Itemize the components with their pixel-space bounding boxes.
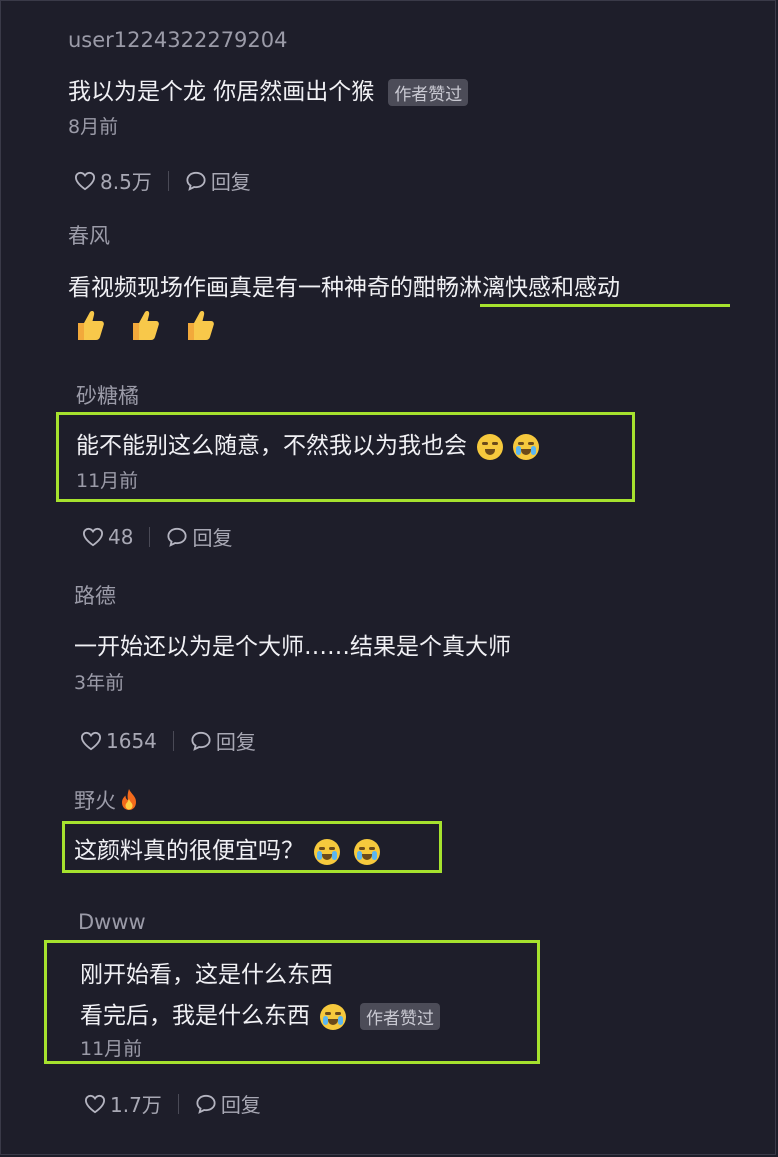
divider bbox=[177, 1093, 179, 1114]
comment-text: 我以为是个龙 你居然画出个猴 作者赞过 bbox=[68, 72, 469, 106]
comment-body: 我以为是个龙 你居然画出个猴 bbox=[68, 79, 375, 105]
reply-label: 回复 bbox=[220, 1093, 261, 1117]
divider bbox=[172, 730, 174, 751]
comment-body-line1: 刚开始看，这是什么东西 bbox=[80, 962, 333, 988]
heart-outline-icon bbox=[84, 1094, 106, 1113]
crying-face-icon bbox=[314, 838, 340, 865]
divider bbox=[167, 170, 169, 191]
like-button[interactable]: 1.7万 bbox=[84, 1089, 162, 1118]
comment-time: 11月前 bbox=[80, 1038, 143, 1060]
comment-actions: 1.7万 回复 bbox=[84, 1089, 261, 1118]
heart-outline-icon bbox=[80, 731, 102, 750]
comment-text: 能不能别这么随意，不然我以为我也会 bbox=[76, 426, 539, 460]
speech-bubble-icon bbox=[196, 1094, 216, 1114]
reply-label: 回复 bbox=[215, 730, 256, 754]
reply-label: 回复 bbox=[192, 526, 233, 550]
comment-actions: 8.5万 回复 bbox=[74, 166, 251, 195]
comment-username[interactable]: 砂糖橘 bbox=[76, 380, 139, 410]
reply-button[interactable]: 回复 bbox=[185, 166, 251, 195]
author-liked-badge: 作者赞过 bbox=[360, 1003, 440, 1030]
like-button[interactable]: 1654 bbox=[80, 729, 157, 753]
speech-bubble-icon bbox=[186, 171, 206, 191]
comment-text: 这颜料真的很便宜吗？ bbox=[74, 831, 380, 865]
thumbs-up-emoji bbox=[129, 308, 161, 349]
comment-time: 11月前 bbox=[76, 470, 139, 492]
reply-label: 回复 bbox=[210, 170, 251, 194]
comment-actions: 48 回复 bbox=[82, 522, 232, 551]
reply-button[interactable]: 回复 bbox=[190, 726, 256, 755]
comment-username[interactable]: 春风 bbox=[68, 220, 110, 250]
author-liked-badge: 作者赞过 bbox=[388, 79, 469, 106]
speech-bubble-icon bbox=[167, 527, 187, 547]
thumbs-up-emoji bbox=[184, 308, 216, 349]
like-count: 48 bbox=[108, 524, 134, 549]
comment-body: 一开始还以为是个大师……结果是个真大师 bbox=[74, 634, 511, 660]
thumbs-up-emoji-row bbox=[74, 308, 230, 349]
crying-face-icon bbox=[354, 838, 380, 865]
like-count: 8.5万 bbox=[100, 170, 152, 194]
comment-username: 野火 bbox=[74, 789, 116, 813]
comment-time: 3年前 bbox=[74, 672, 125, 694]
comment-username-row[interactable]: 野火 bbox=[74, 785, 140, 815]
thumbs-up-emoji bbox=[74, 308, 106, 349]
comment-username[interactable]: Dwww bbox=[78, 910, 146, 934]
text-underline-highlight bbox=[480, 304, 730, 307]
comment-actions: 1654 回复 bbox=[80, 726, 256, 755]
like-button[interactable]: 48 bbox=[82, 525, 133, 549]
reply-button[interactable]: 回复 bbox=[195, 1089, 261, 1118]
comment-username[interactable]: user1224322279204 bbox=[68, 28, 288, 52]
comment-body: 看视频现场作画真是有一种神奇的酣畅淋漓快感和感动 bbox=[68, 275, 620, 301]
pleading-face-icon bbox=[477, 433, 503, 460]
comment-username[interactable]: 路德 bbox=[74, 580, 116, 610]
comment-body-line2: 看完后，我是什么东西 bbox=[80, 1003, 310, 1029]
like-count: 1654 bbox=[106, 728, 157, 753]
divider bbox=[149, 526, 151, 547]
comment-text: 看完后，我是什么东西 作者赞过 bbox=[80, 996, 440, 1030]
crying-face-icon bbox=[513, 433, 539, 460]
like-count: 1.7万 bbox=[110, 1093, 162, 1117]
fire-emoji bbox=[122, 789, 136, 810]
comment-time: 8月前 bbox=[68, 116, 119, 138]
comment-body: 能不能别这么随意，不然我以为我也会 bbox=[76, 433, 467, 459]
heart-outline-icon bbox=[74, 171, 96, 190]
heart-outline-icon bbox=[82, 527, 104, 546]
like-button[interactable]: 8.5万 bbox=[74, 166, 152, 195]
speech-bubble-icon bbox=[191, 731, 211, 751]
crying-face-icon bbox=[320, 1003, 346, 1030]
reply-button[interactable]: 回复 bbox=[166, 522, 232, 551]
comment-body: 这颜料真的很便宜吗？ bbox=[74, 838, 304, 864]
